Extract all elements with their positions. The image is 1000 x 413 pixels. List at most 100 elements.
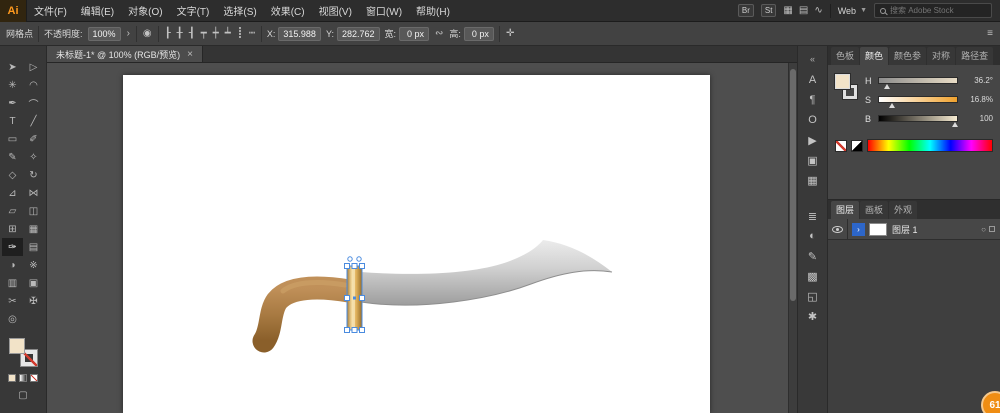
layer-name[interactable]: 图层 1 xyxy=(892,223,981,236)
links-panel-icon[interactable]: ◱ xyxy=(801,286,825,306)
hand-tool[interactable]: ✠ xyxy=(23,292,44,310)
menu-item[interactable]: 选择(S) xyxy=(216,0,263,22)
align-icon[interactable]: ┯ xyxy=(200,28,208,39)
scale-tool[interactable]: ⊿ xyxy=(2,184,23,202)
x-input[interactable]: 315.988 xyxy=(278,27,321,41)
shape-builder-tool[interactable]: ◫ xyxy=(23,202,44,220)
close-icon[interactable]: × xyxy=(187,49,193,60)
menu-item[interactable]: 视图(V) xyxy=(312,0,359,22)
stock-button[interactable]: St xyxy=(761,4,777,17)
artboards-panel-icon[interactable]: ▣ xyxy=(801,150,825,170)
black-white-swatch[interactable] xyxy=(851,140,863,152)
tab-artboards[interactable]: 画板 xyxy=(860,201,888,219)
selection-indicator[interactable] xyxy=(989,226,995,232)
align-icon[interactable]: ╂ xyxy=(176,28,184,39)
app-logo[interactable]: Ai xyxy=(0,0,27,22)
paintbrush-tool[interactable]: ✐ xyxy=(23,130,44,148)
column-graph-tool[interactable]: ▥ xyxy=(2,274,23,292)
type-tool[interactable]: T xyxy=(2,112,23,130)
align-icon[interactable]: ┷ xyxy=(224,28,232,39)
pen-tool[interactable]: ✒ xyxy=(2,94,23,112)
layer-row[interactable]: › 图层 1 ○ xyxy=(828,219,1000,240)
screen-mode-button[interactable]: ▢ xyxy=(18,390,27,401)
saturation-slider[interactable] xyxy=(878,96,958,103)
y-input[interactable]: 282.762 xyxy=(337,27,380,41)
target-circle-icon[interactable]: ○ xyxy=(981,225,986,234)
opacity-spinner[interactable]: › xyxy=(126,28,131,39)
paragraph-panel-icon[interactable]: ¶ xyxy=(801,90,825,110)
selection-tool[interactable]: ➤ xyxy=(2,58,23,76)
scrollbar-thumb[interactable] xyxy=(790,69,796,301)
fill-swatch[interactable] xyxy=(9,338,25,354)
line-segment-tool[interactable]: ╱ xyxy=(23,112,44,130)
color-mode-button[interactable] xyxy=(8,374,16,382)
tab-swatches[interactable]: 色板 xyxy=(831,47,859,65)
align-icon[interactable]: ┨ xyxy=(188,28,196,39)
recolor-artwork-icon[interactable]: ◉ xyxy=(142,28,153,39)
actions-panel-icon[interactable]: ▶ xyxy=(801,130,825,150)
symbol-sprayer-tool[interactable]: ※ xyxy=(23,256,44,274)
hue-value[interactable]: 36.2° xyxy=(962,76,993,85)
rectangle-tool[interactable]: ▭ xyxy=(2,130,23,148)
graphic-styles-panel-icon[interactable]: ▩ xyxy=(801,266,825,286)
brushes-panel-icon[interactable]: ✎ xyxy=(801,246,825,266)
tab-symmetry[interactable]: 对称 xyxy=(927,47,955,65)
bridge-button[interactable]: Br xyxy=(738,4,754,17)
opacity-input[interactable]: 100% xyxy=(88,27,121,41)
none-swatch[interactable] xyxy=(835,140,847,152)
layer-thumbnail[interactable] xyxy=(869,223,887,236)
expand-layer-icon[interactable]: › xyxy=(852,223,865,236)
visibility-toggle[interactable] xyxy=(828,219,848,239)
menu-item[interactable]: 文件(F) xyxy=(27,0,74,22)
brightness-value[interactable]: 100 xyxy=(962,114,993,123)
menu-item[interactable]: 文字(T) xyxy=(170,0,217,22)
tab-appearance[interactable]: 外观 xyxy=(889,201,917,219)
panel-fill-swatch[interactable] xyxy=(835,74,850,89)
panel-fill-stroke[interactable] xyxy=(835,72,859,112)
none-mode-button[interactable] xyxy=(30,374,38,382)
mesh-tool[interactable]: ▦ xyxy=(23,220,44,238)
tab-color[interactable]: 颜色 xyxy=(860,47,888,65)
slice-tool[interactable]: ✂ xyxy=(2,292,23,310)
artboard-tool[interactable]: ▣ xyxy=(23,274,44,292)
gradient-tool[interactable]: ▤ xyxy=(23,238,44,256)
search-input[interactable] xyxy=(890,6,985,15)
collapse-panels-icon[interactable]: « xyxy=(810,54,815,64)
character-panel-icon[interactable]: A xyxy=(801,70,825,90)
saturation-value[interactable]: 16.8% xyxy=(962,95,993,104)
direct-selection-tool[interactable]: ▷ xyxy=(23,58,44,76)
width-tool[interactable]: ⋈ xyxy=(23,184,44,202)
symbols-panel-icon[interactable]: ▦ xyxy=(801,170,825,190)
gear-icon[interactable]: ✱ xyxy=(801,306,825,326)
gradient-panel-icon[interactable]: ◐ xyxy=(801,226,825,246)
vertical-scrollbar[interactable] xyxy=(788,63,797,413)
handle-shape[interactable] xyxy=(264,288,349,341)
eyedropper-tool[interactable]: ✑ xyxy=(2,238,23,256)
pencil-tool[interactable]: ✎ xyxy=(2,148,23,166)
document-layout-icon[interactable]: ▤ xyxy=(799,5,808,16)
menu-item[interactable]: 帮助(H) xyxy=(409,0,457,22)
rotate-tool[interactable]: ↻ xyxy=(23,166,44,184)
menu-item[interactable]: 编辑(E) xyxy=(74,0,121,22)
zoom-tool[interactable]: ◎ xyxy=(2,310,23,328)
magic-wand-tool[interactable]: ✳ xyxy=(2,76,23,94)
fill-stroke-control[interactable] xyxy=(9,338,37,366)
free-transform-tool[interactable]: ▱ xyxy=(2,202,23,220)
perspective-grid-tool[interactable]: ⊞ xyxy=(2,220,23,238)
gradient-mode-button[interactable] xyxy=(19,374,27,382)
panel-menu-icon[interactable]: ≡ xyxy=(986,28,994,39)
menu-item[interactable]: 对象(O) xyxy=(121,0,169,22)
align-icon[interactable]: ┋ xyxy=(236,28,244,39)
align-icon[interactable]: ┉ xyxy=(248,28,256,39)
align-icon[interactable]: ┠ xyxy=(164,28,172,39)
hue-slider[interactable] xyxy=(878,77,958,84)
menu-item[interactable]: 效果(C) xyxy=(264,0,312,22)
blend-tool[interactable]: ◑ xyxy=(2,256,23,274)
brightness-slider[interactable] xyxy=(878,115,958,122)
opentype-panel-icon[interactable]: O xyxy=(801,110,825,130)
color-spectrum[interactable] xyxy=(867,139,993,152)
arrange-documents-icon[interactable]: ▦ xyxy=(783,5,792,16)
align-icon[interactable]: ┿ xyxy=(212,28,220,39)
width-input[interactable]: 0 px xyxy=(399,27,429,41)
tab-pathfinder[interactable]: 路径查 xyxy=(956,47,993,65)
